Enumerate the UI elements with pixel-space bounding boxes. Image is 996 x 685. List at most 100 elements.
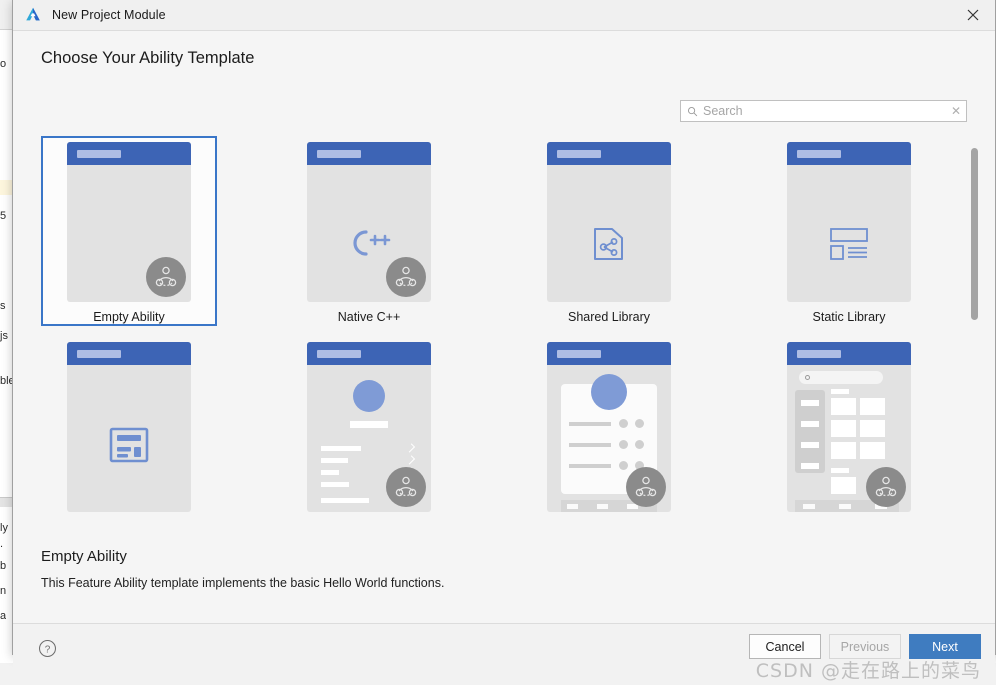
footer-row (321, 498, 369, 503)
cancel-button[interactable]: Cancel (749, 634, 821, 659)
description-title: Empty Ability (41, 548, 127, 565)
clear-icon[interactable]: ✕ (946, 104, 966, 118)
help-icon[interactable]: ? (38, 639, 57, 658)
footer-button-row: Cancel Previous Next (749, 634, 981, 659)
background-text-fragment: o (0, 58, 7, 70)
static-library-icon (830, 228, 868, 260)
template-thumbnail (67, 342, 191, 512)
harmony-badge-icon (875, 476, 897, 497)
dialog-titlebar: New Project Module (13, 0, 995, 31)
chevron-right-icon (405, 443, 416, 453)
list-label (569, 443, 611, 447)
template-thumbnail (547, 142, 671, 302)
harmony-badge-icon (395, 476, 417, 497)
grid-cell (860, 398, 885, 415)
shared-library-icon (594, 228, 623, 260)
thumbnail-art (67, 426, 191, 464)
sidebar-item (801, 442, 819, 448)
grid-cell (831, 477, 856, 494)
template-grid: Empty Ability Native C++ Shared Library Sta… (41, 136, 941, 526)
sidebar-item (801, 421, 819, 427)
harmony-badge (866, 467, 906, 507)
avatar (591, 374, 627, 410)
tab-item (567, 504, 578, 509)
list-label (569, 464, 611, 468)
template-tile[interactable] (761, 336, 937, 526)
tab-item (597, 504, 608, 509)
background-text-fragment: s (0, 300, 6, 312)
harmony-badge-icon (395, 266, 417, 287)
thumbnail-art (547, 226, 671, 262)
tab-item (803, 504, 815, 509)
template-thumbnail (307, 342, 431, 512)
close-icon[interactable] (950, 0, 995, 30)
name-placeholder (350, 421, 388, 428)
tab-item (839, 504, 851, 509)
background-text-fragment: n (0, 585, 7, 597)
previous-button: Previous (829, 634, 901, 659)
svg-text:?: ? (45, 644, 51, 655)
thumbnail-appbar (307, 342, 431, 365)
search-field (799, 371, 883, 384)
grid-cell (831, 442, 856, 459)
card-layout-icon (109, 427, 149, 463)
thumbnail-appbar (547, 342, 671, 365)
list-row (321, 446, 361, 451)
template-thumbnail (787, 342, 911, 512)
thumbnail-art (307, 226, 431, 260)
search-input[interactable] (703, 104, 946, 118)
next-button[interactable]: Next (909, 634, 981, 659)
thumbnail-appbar (547, 142, 671, 165)
thumbnail-appbar (67, 142, 191, 165)
template-tile-label: Static Library (812, 310, 886, 324)
background-text-fragment: js (0, 330, 8, 342)
template-grid-viewport: Empty Ability Native C++ Shared Library Sta… (13, 136, 995, 541)
dot (619, 440, 628, 449)
chevron-right-icon (405, 455, 416, 465)
deveco-logo-icon (26, 7, 40, 21)
search-box[interactable]: ✕ (680, 100, 967, 122)
harmony-badge-icon (635, 476, 657, 497)
dot (635, 419, 644, 428)
dialog-title: New Project Module (52, 8, 166, 22)
template-scrollbar-track[interactable] (970, 136, 979, 541)
search-icon (805, 375, 810, 380)
template-tile[interactable]: Static Library (761, 136, 937, 326)
page-title: Choose Your Ability Template (41, 49, 255, 67)
list-label (569, 422, 611, 426)
sidebar-item (801, 463, 819, 469)
harmony-badge-icon (155, 266, 177, 287)
template-tile[interactable]: Shared Library (521, 136, 697, 326)
template-thumbnail (67, 142, 191, 302)
close-glyph (967, 9, 978, 21)
dialog-footer: ? Cancel Previous Next CSDN @走在路上的菜鸟 (13, 623, 995, 685)
grid-cell (860, 420, 885, 437)
template-tile[interactable] (41, 336, 217, 526)
dot (619, 461, 628, 470)
harmony-badge (386, 257, 426, 297)
background-text-fragment: 5 (0, 210, 7, 222)
template-tile[interactable] (281, 336, 457, 526)
harmony-badge (386, 467, 426, 507)
template-thumbnail (787, 142, 911, 302)
thumbnail-appbar (67, 342, 191, 365)
background-text-fragment: a (0, 610, 7, 622)
list-row (321, 482, 349, 487)
template-scrollbar-thumb[interactable] (971, 148, 978, 320)
template-thumbnail (547, 342, 671, 512)
harmony-badge (626, 467, 666, 507)
thumbnail-appbar (307, 142, 431, 165)
dialog-body: Choose Your Ability Template ✕ Empty Abi… (13, 31, 995, 623)
search-icon (688, 106, 698, 116)
template-tile[interactable]: Empty Ability (41, 136, 217, 326)
template-tile[interactable] (521, 336, 697, 526)
thumbnail-appbar (787, 342, 911, 365)
sidebar-item (801, 400, 819, 406)
description-text: This Feature Ability template implements… (41, 576, 445, 590)
template-tile-label: Native C++ (337, 310, 401, 324)
template-tile[interactable]: Native C++ (281, 136, 457, 326)
list-row (321, 458, 348, 463)
avatar (353, 380, 385, 412)
harmony-badge (146, 257, 186, 297)
native-cpp-icon (353, 230, 391, 256)
